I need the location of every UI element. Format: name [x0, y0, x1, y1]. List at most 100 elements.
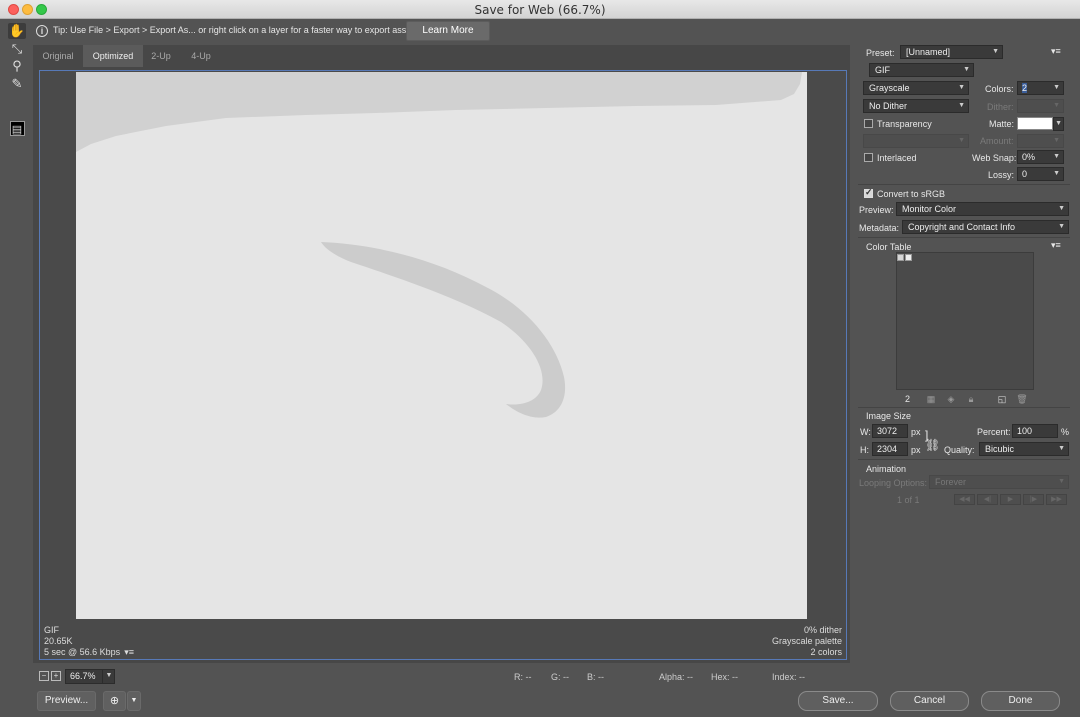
metadata-select[interactable]: Copyright and Contact Info ▼ [902, 220, 1069, 234]
tip-text: Tip: Use File > Export > Export As... or… [53, 25, 419, 35]
shift-web-palette-icon[interactable]: ◈ [945, 394, 957, 405]
trash-icon[interactable]: 🗑︎ [1016, 394, 1028, 405]
color-reduction-select[interactable]: Grayscale ▼ [863, 81, 969, 95]
transparency-checkbox[interactable] [864, 119, 873, 128]
chevron-down-icon: ▼ [1053, 102, 1060, 109]
amount-label: Amount: [980, 136, 1014, 146]
percent-value: 100 [1017, 426, 1033, 436]
save-button[interactable]: Save... [798, 691, 878, 711]
chevron-down-icon: ▼ [963, 66, 970, 73]
chevron-down-icon[interactable]: ▼ [102, 669, 115, 684]
percent-unit: % [1061, 427, 1070, 437]
title-bar: Save for Web (66.7%) [0, 0, 1080, 19]
browser-globe-icon[interactable]: ⊕ [103, 691, 126, 711]
color-reduction-value: Grayscale [869, 83, 910, 93]
width-value: 3072 [877, 426, 898, 436]
tab-original[interactable]: Original [33, 45, 83, 67]
matte-menu[interactable]: ▼ [1053, 117, 1064, 131]
percent-input[interactable]: 100 [1012, 424, 1058, 438]
chevron-down-icon: ▼ [1053, 170, 1060, 177]
color-swatch[interactable] [897, 254, 904, 261]
resample-quality-select[interactable]: Bicubic ▼ [979, 442, 1069, 456]
readout-b: B: -- [587, 672, 604, 682]
file-format-select[interactable]: GIF ▼ [869, 63, 974, 77]
height-unit: px [911, 445, 921, 455]
dither-algorithm-value: No Dither [869, 101, 908, 111]
zoom-tool-icon[interactable]: ⚲ [8, 58, 26, 74]
preview-color-value: Monitor Color [902, 204, 957, 214]
new-color-icon[interactable]: ◱ [996, 394, 1008, 405]
zoom-level-value: 66.7% [70, 671, 96, 681]
lock-icon[interactable]: 🔒︎ [965, 394, 977, 405]
matte-label: Matte: [989, 119, 1015, 129]
tip-bar: i Tip: Use File > Export > Export As... … [33, 19, 853, 43]
lossy-label: Lossy: [988, 170, 1015, 180]
download-speed-menu-icon[interactable]: ▾≡ [124, 647, 134, 658]
metadata-value: Copyright and Contact Info [908, 222, 1016, 232]
dither-amount-input: ▼ [1017, 99, 1064, 113]
color-swatch[interactable] [905, 254, 912, 261]
map-to-web-icon[interactable]: ▦ [925, 394, 937, 405]
cancel-button[interactable]: Cancel [890, 691, 969, 711]
image-size-title: Image Size [866, 411, 912, 421]
height-label: H: [860, 445, 869, 455]
matte-color-swatch[interactable] [1017, 117, 1053, 130]
tab-optimized[interactable]: Optimized [83, 45, 143, 67]
optimized-info-left: GIF 20.65K 5 sec @ 56.6 Kbps ▾≡ [44, 625, 134, 658]
preview-color-select[interactable]: Monitor Color ▼ [896, 202, 1069, 216]
divider [858, 459, 1070, 460]
percent-label: Percent: [977, 427, 1011, 437]
chevron-down-icon: ▼ [1058, 205, 1065, 212]
colors-label: Colors: [985, 84, 1014, 94]
height-value: 2304 [877, 444, 898, 454]
width-unit: px [911, 427, 921, 437]
lossy-input[interactable]: 0 ▼ [1017, 167, 1064, 181]
toggle-slices-icon[interactable]: ▤ [8, 122, 26, 138]
colors-value: 2 [1022, 83, 1028, 93]
tab-2-up[interactable]: 2-Up [143, 45, 179, 67]
dither-algorithm-select[interactable]: No Dither ▼ [863, 99, 969, 113]
constrain-proportions-link-icon[interactable]: ] ⛓︎ [925, 429, 940, 451]
interlaced-checkbox[interactable] [864, 153, 873, 162]
divider [858, 237, 1070, 238]
web-snap-input[interactable]: 0% ▼ [1017, 150, 1064, 164]
color-table-menu-icon[interactable]: ▾≡ [1051, 240, 1061, 251]
web-snap-value: 0% [1022, 152, 1036, 162]
optimized-image[interactable] [76, 72, 807, 619]
width-input[interactable]: 3072 [872, 424, 908, 438]
zoom-out-button[interactable]: − [39, 671, 49, 681]
colors-input[interactable]: 2 ▼ [1017, 81, 1064, 95]
info-palette: Grayscale palette [771, 636, 842, 646]
color-table[interactable] [896, 252, 1034, 390]
chevron-down-icon: ▼ [1053, 84, 1060, 91]
convert-srgb-checkbox[interactable] [864, 187, 873, 198]
previous-frame-icon: ◀| [977, 494, 998, 505]
info-icon: i [36, 25, 48, 37]
eyedropper-tool-icon[interactable]: ✎ [8, 76, 26, 92]
readout-alpha: Alpha: -- [659, 672, 694, 682]
chevron-down-icon: ▼ [1058, 445, 1065, 452]
animation-title: Animation [866, 464, 907, 474]
height-input[interactable]: 2304 [872, 442, 908, 456]
done-button[interactable]: Done [981, 691, 1060, 711]
optimize-menu-icon[interactable]: ▾≡ [1051, 46, 1061, 57]
slice-select-tool-icon[interactable]: ⤡ [8, 41, 26, 57]
zoom-in-button[interactable]: + [51, 671, 61, 681]
readout-r: R: -- [514, 672, 532, 682]
chevron-down-icon: ▼ [1055, 120, 1062, 127]
hand-tool-icon[interactable]: ✋ [8, 23, 26, 39]
learn-more-button[interactable]: Learn More [406, 21, 490, 41]
info-dither: 0% dither [803, 625, 842, 635]
preset-value: [Unnamed] [906, 47, 951, 57]
tab-4-up[interactable]: 4-Up [179, 45, 223, 67]
resample-quality-value: Bicubic [985, 444, 1015, 454]
preset-select[interactable]: [Unnamed] ▼ [900, 45, 1003, 59]
transparency-label: Transparency [877, 119, 932, 129]
next-frame-icon: |▶ [1023, 494, 1044, 505]
preview-in-browser-button[interactable]: Preview... [37, 691, 96, 711]
first-frame-icon: ◀◀ [954, 494, 975, 505]
preview-label: Preview: [859, 205, 894, 215]
browser-menu-chevron-icon[interactable]: ▼ [127, 691, 141, 711]
chevron-down-icon: ▼ [958, 84, 965, 91]
file-format-value: GIF [875, 65, 890, 75]
